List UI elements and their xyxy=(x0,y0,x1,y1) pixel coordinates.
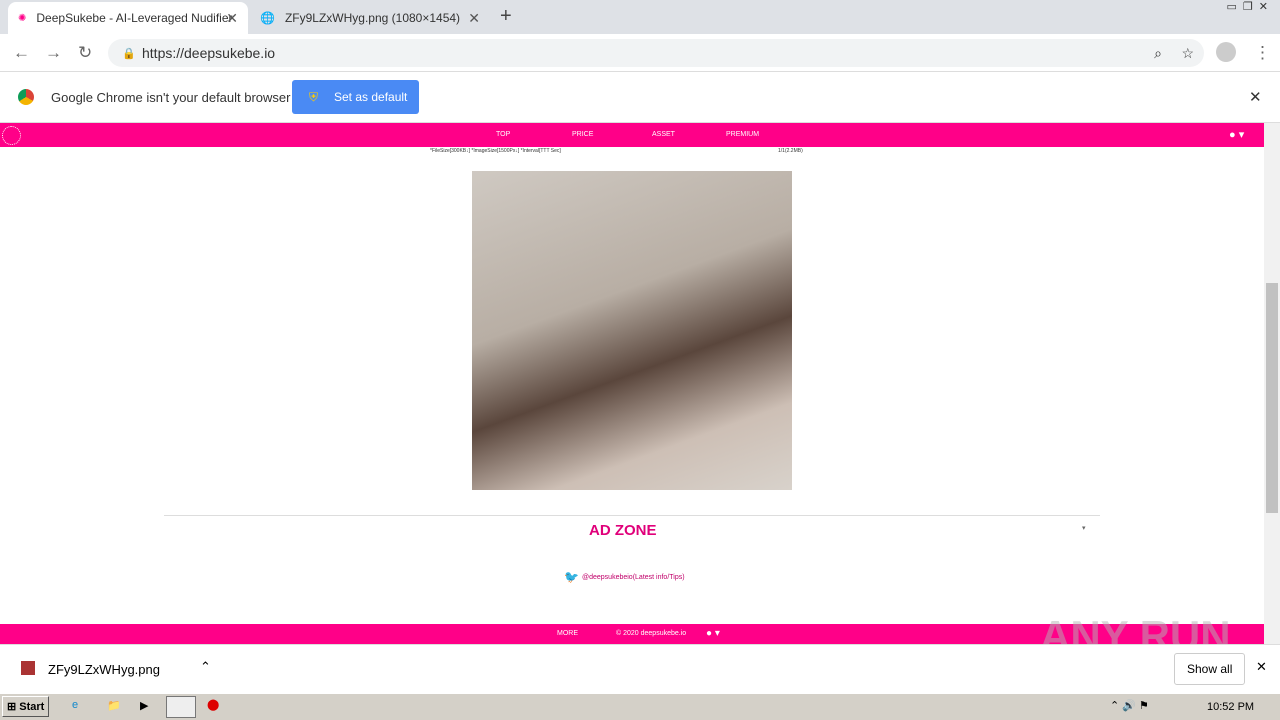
taskbar: ⊞ Start e 📁 ▶ ⬤ ⌃ 🔊 ⚑ 10:52 PM xyxy=(0,693,1280,720)
result-image xyxy=(472,171,792,490)
twitter-link[interactable]: @deepsukebeio(Latest info/Tips) xyxy=(582,574,685,581)
new-tab-button[interactable]: + xyxy=(500,5,512,28)
shield-icon: ⛨ xyxy=(309,89,319,104)
page-scrollbar[interactable] xyxy=(1264,123,1280,644)
divider xyxy=(164,515,1100,516)
ad-zone-heading: AD ZONE xyxy=(589,522,657,539)
upload-limits: *FileSize[300KB↓] *ImageSize[1500Px↓] *I… xyxy=(430,148,561,154)
media-player-icon[interactable]: ▶ xyxy=(140,699,148,712)
footer-more-link[interactable]: MORE xyxy=(557,630,578,637)
clock: 10:52 PM xyxy=(1207,701,1255,713)
zoom-icon[interactable]: ⌕ xyxy=(1154,45,1162,62)
tray-icons: ⌃ 🔊 ⚑ xyxy=(1110,700,1149,712)
profile-avatar[interactable] xyxy=(1216,42,1236,62)
site-header: TOP PRICE ASSET PREMIUM ● ▾ xyxy=(0,123,1264,147)
ad-zone-toggle[interactable]: ▾ xyxy=(1082,524,1086,532)
chrome-taskbar-icon[interactable] xyxy=(166,696,196,718)
nav-asset[interactable]: ASSET xyxy=(652,131,675,138)
explorer-icon[interactable]: 📁 xyxy=(107,699,121,712)
file-count: 1/1(2.2MB) xyxy=(778,148,803,154)
nav-premium[interactable]: PREMIUM xyxy=(726,131,759,138)
close-window-button[interactable]: ✕ xyxy=(1259,0,1268,13)
page-content: TOP PRICE ASSET PREMIUM ● ▾ *FileSize[30… xyxy=(0,123,1264,644)
lock-icon: 🔒 xyxy=(122,47,136,60)
restore-button[interactable]: ❐ xyxy=(1243,0,1253,13)
download-bar: ZFy9LZxWHyg.png ⌃ Show all ✕ xyxy=(0,644,1280,692)
back-button[interactable]: ← xyxy=(13,43,30,63)
stop-icon[interactable]: ⬤ xyxy=(207,698,219,711)
bookmark-star-icon[interactable]: ☆ xyxy=(1181,45,1194,62)
url-input[interactable]: 🔒 https://deepsukebe.io ⌕ ☆ xyxy=(108,39,1204,67)
default-browser-infobar: Google Chrome isn't your default browser… xyxy=(0,72,1280,123)
address-bar-area: ← → ↻ 🔒 https://deepsukebe.io ⌕ ☆ ⋮ xyxy=(0,34,1280,72)
close-tab-icon[interactable]: ✕ xyxy=(468,10,480,27)
chevron-up-icon[interactable]: ⌃ xyxy=(200,659,211,675)
globe-icon: 🌐 xyxy=(260,11,275,25)
download-item[interactable]: ZFy9LZxWHyg.png xyxy=(48,662,160,677)
tab-strip: ✺ DeepSukebe - AI-Leveraged Nudifier ✕ 🌐 ZF… xyxy=(0,0,1280,34)
set-as-default-button[interactable]: ⛨ Set as default xyxy=(292,80,419,114)
chrome-logo-icon xyxy=(17,88,35,106)
account-icon[interactable]: ● ▾ xyxy=(1229,128,1244,141)
nav-price[interactable]: PRICE xyxy=(572,131,593,138)
nav-top[interactable]: TOP xyxy=(496,131,510,138)
copyright: © 2020 deepsukebe.io xyxy=(616,630,687,637)
reload-button[interactable]: ↻ xyxy=(78,43,92,63)
start-button[interactable]: ⊞ Start xyxy=(2,696,50,717)
twitter-icon[interactable]: 🐦 xyxy=(564,570,579,584)
ie-icon[interactable]: e xyxy=(72,699,78,711)
site-logo-icon[interactable] xyxy=(2,126,21,145)
scrollbar-thumb[interactable] xyxy=(1266,283,1278,513)
forward-button[interactable]: → xyxy=(45,43,62,63)
close-downloads-icon[interactable]: ✕ xyxy=(1256,659,1267,675)
info-icon[interactable]: ● ▾ xyxy=(706,628,720,639)
window-controls: ▭ ❐ ✕ xyxy=(1227,0,1269,13)
close-infobar-icon[interactable]: ✕ xyxy=(1249,88,1262,106)
tab-image[interactable]: 🌐 ZFy9LZxWHyg.png (1080×1454) ✕ xyxy=(250,2,490,34)
minimize-button[interactable]: ▭ xyxy=(1227,0,1237,13)
close-tab-icon[interactable]: ✕ xyxy=(226,10,238,27)
menu-icon[interactable]: ⋮ xyxy=(1254,43,1271,63)
png-file-icon xyxy=(21,661,35,675)
tab-deepsukebe[interactable]: ✺ DeepSukebe - AI-Leveraged Nudifier ✕ xyxy=(8,2,248,34)
favicon-icon: ✺ xyxy=(18,12,27,24)
show-all-button[interactable]: Show all xyxy=(1174,653,1246,685)
